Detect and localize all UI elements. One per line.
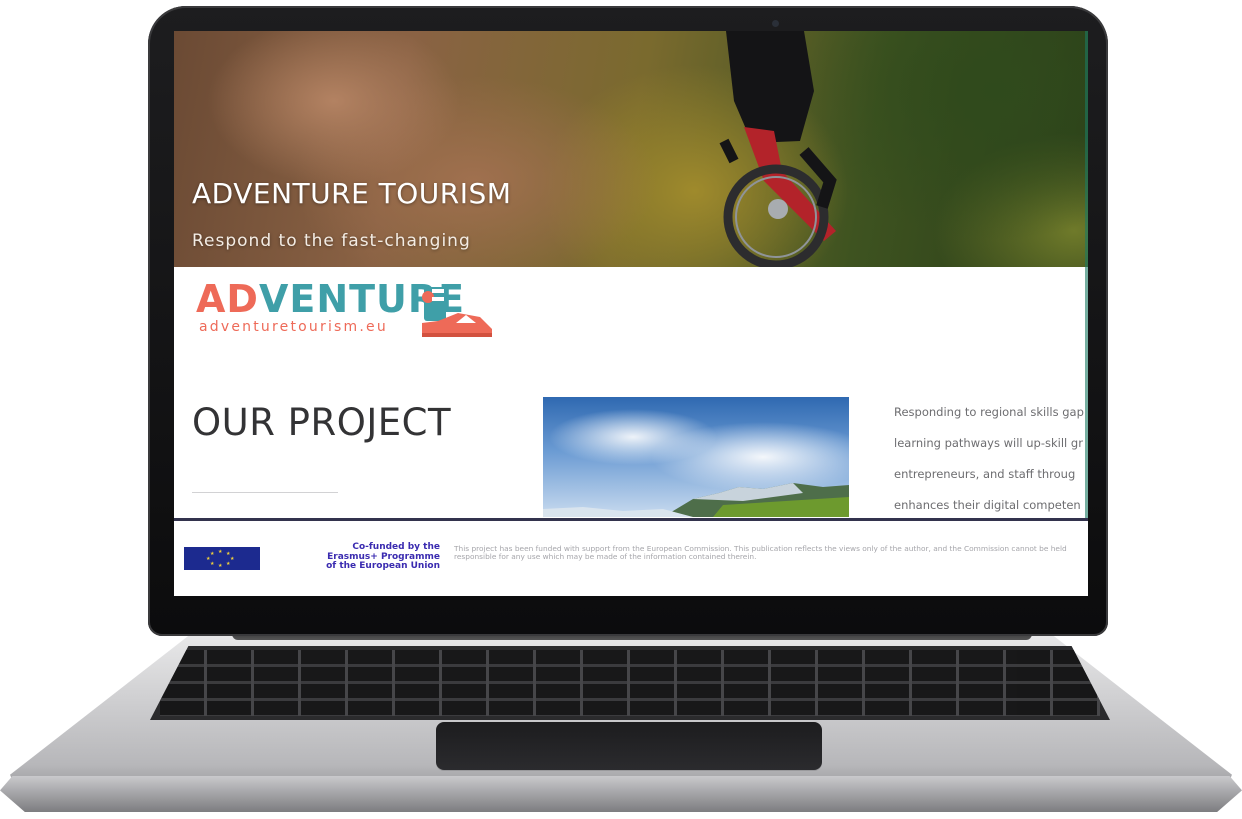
section-title: OUR PROJECT <box>192 401 452 444</box>
laptop-keyboard <box>150 646 1110 720</box>
cofunded-label: Co-funded by the Erasmus+ Programme of t… <box>326 542 440 571</box>
laptop-base-edge <box>0 776 1242 812</box>
laptop-screen: ADVENTURE TOURISM Respond to the fast-ch… <box>174 31 1088 596</box>
logo-url: adventuretourism.eu <box>199 319 388 335</box>
description-line: entrepreneurs, and staff throug <box>894 467 1076 481</box>
mountain-sky-image <box>543 397 849 517</box>
description-line: enhances their digital competen <box>894 498 1081 512</box>
page-scrollbar[interactable] <box>1085 31 1088 518</box>
hiking-boot-icon <box>422 287 492 337</box>
hero-title: ADVENTURE TOURISM <box>192 177 512 210</box>
logo-prefix: AD <box>196 277 259 321</box>
description-line: Responding to regional skills gap <box>894 405 1084 419</box>
project-description: Responding to regional skills gap learni… <box>894 397 1088 521</box>
eu-disclaimer: This project has been funded with suppor… <box>454 544 1067 561</box>
hero-subtitle: Respond to the fast-changing <box>192 231 471 251</box>
mountain-biker-image <box>719 31 837 267</box>
hero-banner: ADVENTURE TOURISM Respond to the fast-ch… <box>174 31 1088 267</box>
laptop-trackpad <box>436 722 822 770</box>
description-line: learning pathways will up-skill gr <box>894 436 1083 450</box>
webcam-icon <box>772 20 779 27</box>
site-logo[interactable]: ADVENTURE adventuretourism.eu <box>196 279 496 343</box>
eu-flag-icon: ★ ★ ★ ★ ★ ★ ★ ★ <box>184 547 260 570</box>
funding-footer: ★ ★ ★ ★ ★ ★ ★ ★ Co-funded by the Erasmus… <box>174 521 1088 596</box>
title-underline <box>192 492 338 493</box>
